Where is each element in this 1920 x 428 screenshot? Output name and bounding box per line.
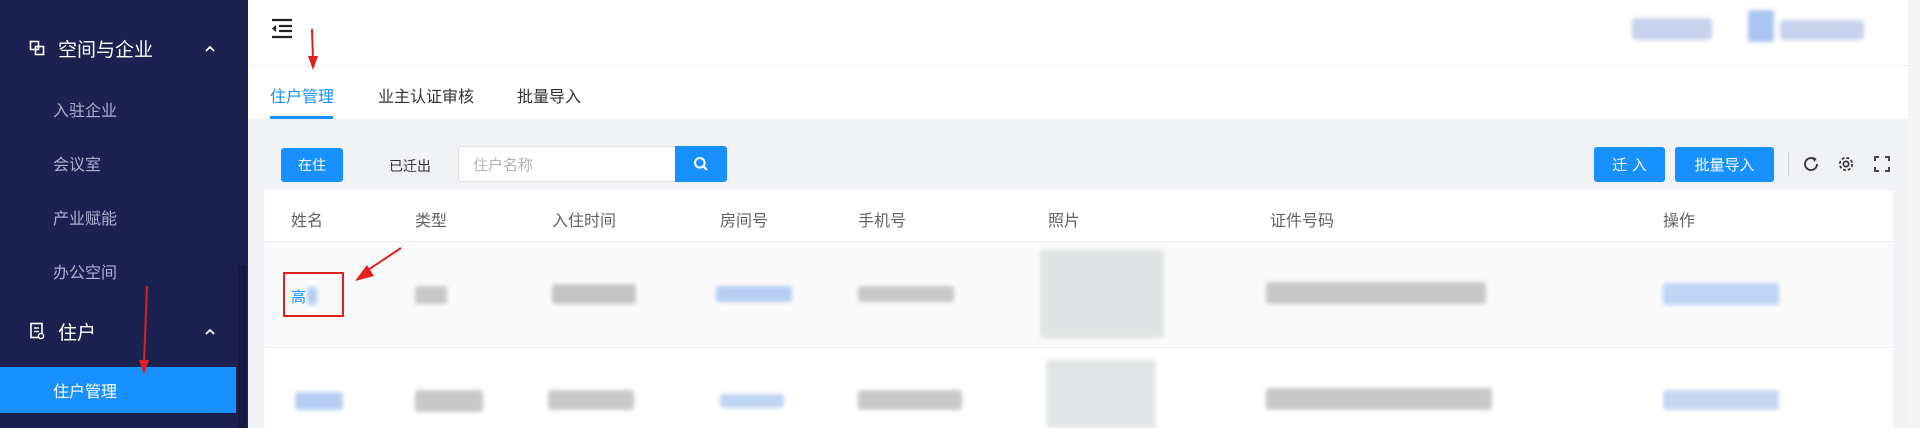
annotation-arrows	[139, 28, 402, 375]
